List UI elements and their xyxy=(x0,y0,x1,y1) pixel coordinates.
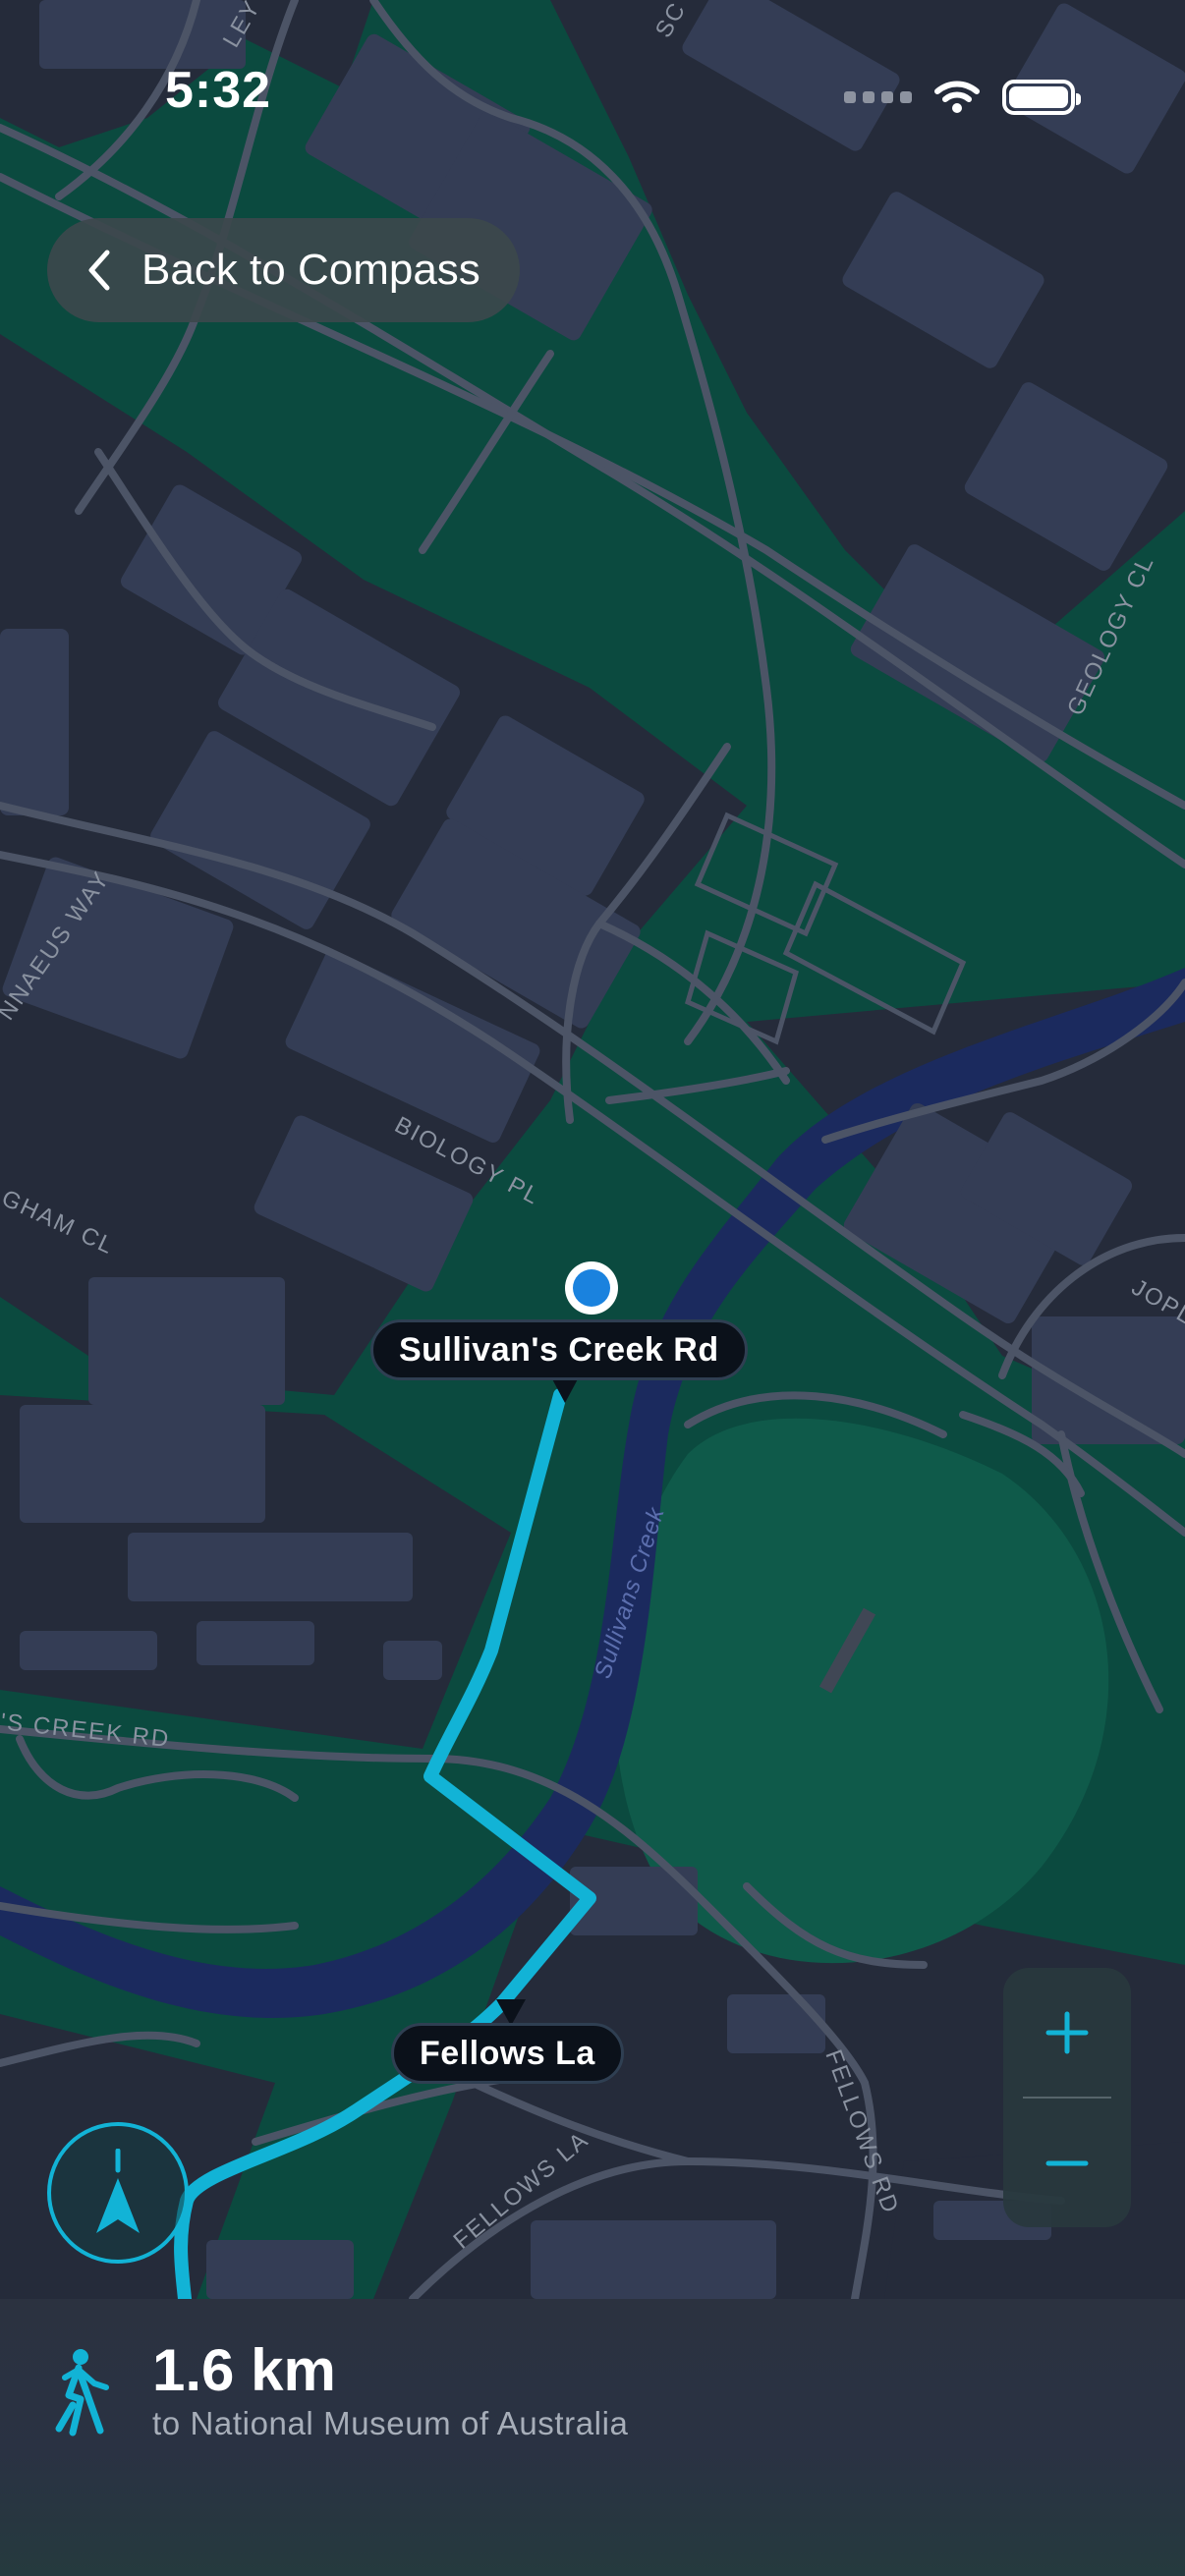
zoom-in-button[interactable] xyxy=(1003,1968,1131,2097)
map-view[interactable]: LEY RD SC GEOLOGY CL NNAEUS WAY BIOLOGY … xyxy=(0,0,1185,2299)
walking-person-icon xyxy=(55,2349,109,2436)
zoom-out-button[interactable] xyxy=(1003,2099,1131,2227)
navigation-arrow-icon xyxy=(96,2149,140,2233)
zoom-control xyxy=(1003,1968,1131,2227)
user-location-marker xyxy=(565,1261,618,1315)
current-street-label: Sullivan's Creek Rd xyxy=(370,1319,748,1380)
back-button-label: Back to Compass xyxy=(141,246,480,294)
status-icons xyxy=(844,73,1081,122)
cellular-signal-icon xyxy=(844,91,912,103)
route-destination: to National Museum of Australia xyxy=(152,2405,629,2441)
next-street-label: Fellows La xyxy=(391,2023,624,2084)
status-time: 5:32 xyxy=(165,62,272,119)
battery-icon xyxy=(1002,80,1081,115)
minus-icon xyxy=(1045,2160,1089,2165)
chevron-left-icon xyxy=(88,250,110,291)
plus-icon xyxy=(1045,2011,1089,2053)
wifi-icon xyxy=(934,81,980,113)
recenter-compass-button[interactable] xyxy=(47,2122,189,2264)
back-to-compass-button[interactable]: Back to Compass xyxy=(47,218,520,322)
map-screen: LEY RD SC GEOLOGY CL NNAEUS WAY BIOLOGY … xyxy=(0,0,1185,2576)
route-distance: 1.6 km xyxy=(152,2337,336,2403)
status-bar: 5:32 xyxy=(0,0,1185,187)
